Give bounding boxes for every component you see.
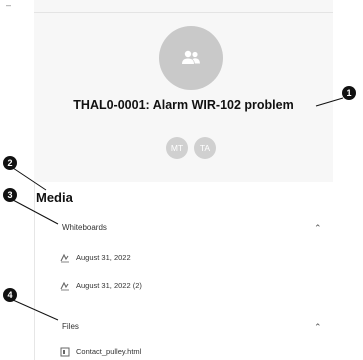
files-section-label: Files	[62, 322, 79, 331]
media-heading: Media	[36, 190, 73, 205]
chevron-up-icon[interactable]: ⌃	[314, 322, 322, 333]
whiteboard-item[interactable]: August 31, 2022 (2)	[60, 278, 320, 296]
whiteboard-item-label: August 31, 2022	[76, 253, 131, 262]
callout-2-leader	[12, 167, 47, 191]
file-item[interactable]: Contact_pulley.html	[60, 344, 320, 360]
callout-1: 1	[342, 86, 356, 100]
callout-4: 4	[3, 288, 17, 302]
file-item-label: Contact_pulley.html	[76, 347, 142, 356]
chevron-up-icon[interactable]: ⌃	[314, 223, 322, 234]
chat-info-screen: – THAL0-0001: Alarm WIR-102 problem MT T…	[0, 0, 363, 360]
whiteboard-item[interactable]: August 31, 2022	[60, 250, 320, 268]
callout-3: 3	[3, 188, 17, 202]
callout-2: 2	[3, 156, 17, 170]
whiteboard-icon	[60, 281, 69, 291]
whiteboards-section-header[interactable]: Whiteboards ⌃	[34, 217, 333, 241]
callout-1-leader	[315, 97, 344, 107]
files-section-header[interactable]: Files ⌃	[34, 316, 333, 340]
whiteboard-item-label: August 31, 2022 (2)	[76, 281, 142, 290]
callout-leader-lines	[12, 97, 344, 321]
file-icon	[60, 347, 70, 357]
whiteboards-section-label: Whiteboards	[62, 223, 107, 232]
whiteboard-icon	[60, 253, 69, 263]
